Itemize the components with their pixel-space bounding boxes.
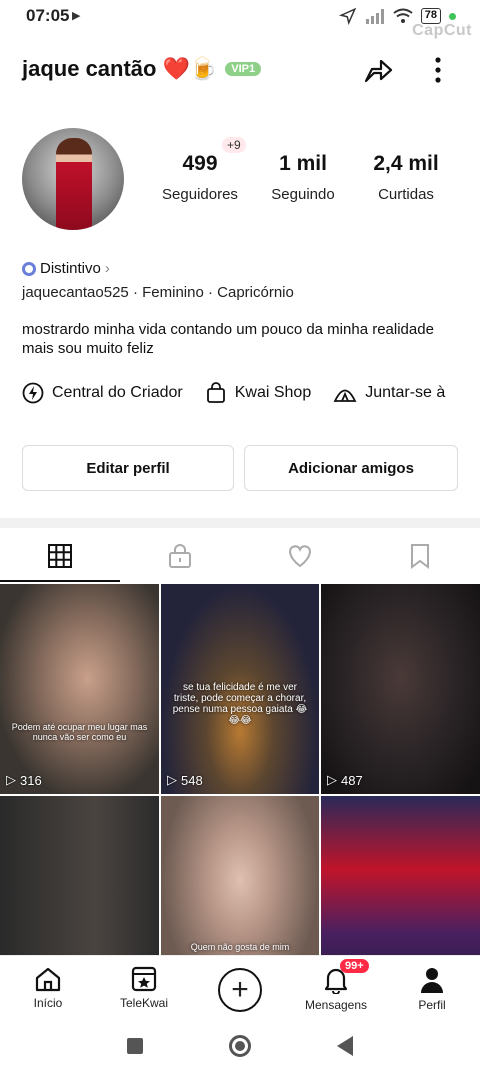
status-time: 07:05 [26,6,70,25]
meta-separator: · [132,284,143,301]
nav-telekwai-label: TeleKwai [119,996,169,1010]
heart-icon [289,545,311,568]
telekwai-icon [131,966,157,992]
cast-icon: ▶ [72,10,81,22]
video-caption: se tua felicidade é me ver triste, pode … [172,682,308,726]
edit-profile-button[interactable]: Editar perfil [22,445,234,491]
creator-center-shortcut[interactable]: Central do Criador [22,382,183,404]
nav-home[interactable]: Início [0,956,96,1025]
video-thumbnail[interactable]: Podem até ocupar meu lugar mas nunca vão… [0,584,159,794]
play-icon: ▷ [327,772,337,787]
privacy-indicator [449,12,456,20]
nav-profile[interactable]: Perfil [384,956,480,1025]
kwai-shop-shortcut[interactable]: Kwai Shop [205,382,312,404]
following-label: Seguindo [271,186,335,203]
stat-likes[interactable]: 2,4 mil Curtidas [356,152,456,203]
more-vertical-icon [435,57,441,83]
tab-private[interactable] [120,530,240,582]
share-button[interactable] [360,52,396,88]
distintivo-icon [22,261,36,276]
likes-label: Curtidas [378,186,434,203]
share-arrow-icon [364,59,393,83]
tab-videos[interactable] [0,530,120,582]
plus-icon: + [218,968,262,1012]
view-count: ▷ 548 [167,772,203,788]
view-count: ▷ 316 [6,772,42,788]
profile-meta: jaquecantao525 · Feminino · Capricórnio [22,284,294,301]
vip-badge: VIP1 [225,62,262,76]
view-count-text: 548 [181,772,203,788]
home-icon [35,967,61,992]
chevron-right-icon: › [104,260,110,277]
kwai-shop-label: Kwai Shop [234,384,312,401]
meta-separator: · [207,284,218,301]
following-count: 1 mil [279,152,327,175]
play-icon: ▷ [6,772,16,787]
lock-icon [169,544,191,568]
bookmark-icon [411,544,429,569]
content-tabs [0,530,480,582]
tab-liked[interactable] [240,530,360,582]
lightning-icon [22,382,44,404]
more-options-button[interactable] [420,52,456,88]
username-emojis: ❤️🍺 [162,56,218,81]
view-count-text: 487 [341,772,363,788]
followers-count: 499 [182,152,218,175]
stat-following[interactable]: 1 mil Seguindo [253,152,353,203]
profile-header: jaque cantão ❤️🍺 VIP1 [0,44,480,94]
watermark: CapCut [412,22,472,39]
view-count: ▷ 487 [327,772,363,788]
grid-icon [48,544,72,568]
bottom-nav: Início TeleKwai + 99+ Mensagens Perfil [0,955,480,1025]
video-caption: Quem não gosta de mim [190,942,290,952]
add-friends-button[interactable]: Adicionar amigos [244,445,458,491]
video-thumbnail[interactable]: se tua felicidade é me ver triste, pode … [161,584,319,794]
gender: Feminino [142,284,204,301]
username-text: jaque cantão [22,56,157,81]
creator-center-label: Central do Criador [52,384,183,401]
recent-apps-button[interactable] [127,1037,143,1054]
section-divider [0,518,480,528]
view-count-text: 316 [20,772,42,788]
nav-home-label: Início [33,996,63,1010]
messages-badge: 99+ [340,959,369,973]
bio: mostrardo minha vida contando um pouco d… [22,321,434,357]
signal-icon [365,9,384,24]
avatar[interactable] [22,128,124,230]
shortcuts-row: Central do Criador Kwai Shop Juntar-se à [22,382,445,404]
home-button[interactable] [229,1034,251,1057]
video-caption: Podem até ocupar meu lugar mas nunca vão… [11,722,148,742]
user-icon [421,968,443,993]
join-label: Juntar-se à [365,384,446,401]
distintivo-link[interactable]: Distintivo › [22,260,110,277]
nav-messages-label: Mensagens [304,998,368,1012]
wifi-icon [393,8,413,23]
likes-count: 2,4 mil [373,152,439,175]
stat-followers[interactable]: 499 Seguidores [150,152,250,203]
nav-telekwai[interactable]: TeleKwai [96,956,192,1025]
status-bar: 07:05 ▶ 78 CapCut [0,0,480,39]
system-nav [0,1025,480,1066]
nav-messages[interactable]: 99+ Mensagens [288,956,384,1025]
followers-label: Seguidores [162,186,238,203]
video-grid: Podem até ocupar meu lugar mas nunca vão… [0,584,480,1006]
avatar-figure [56,138,92,230]
tab-saved[interactable] [360,530,480,582]
location-arrow-icon [338,7,356,25]
nav-profile-label: Perfil [418,998,446,1012]
nav-create[interactable]: + [192,956,288,1025]
join-shortcut[interactable]: Juntar-se à [333,382,445,404]
distintivo-label: Distintivo [40,260,101,277]
new-followers-badge: +9 [222,137,246,153]
tent-icon [333,389,357,402]
username: jaque cantão ❤️🍺 VIP1 [22,56,262,82]
back-button[interactable] [337,1035,353,1056]
shopping-bag-icon [206,382,225,403]
video-thumbnail[interactable]: ▷ 487 [321,584,480,794]
handle: jaquecantao525 [22,284,129,301]
zodiac-sign: Capricórnio [217,284,294,301]
home-dot-icon [235,1040,245,1051]
play-icon: ▷ [167,772,177,787]
